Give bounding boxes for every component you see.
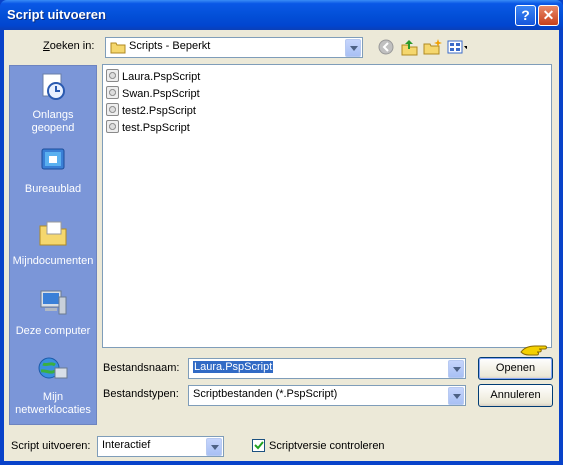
place-label: Mijndocumenten <box>12 255 94 267</box>
chevron-down-icon[interactable] <box>206 438 222 456</box>
place-label: Onlangs geopend <box>31 109 75 134</box>
script-file-icon <box>106 120 119 133</box>
script-version-label[interactable]: Scriptversie controleren <box>269 440 385 452</box>
look-in-dropdown[interactable]: Scripts - Beperkt <box>105 37 363 58</box>
place-my-computer[interactable]: Deze computer <box>10 288 96 338</box>
run-mode-dropdown[interactable]: Interactief <box>97 436 224 457</box>
script-file-icon <box>106 103 119 116</box>
filename-value: Laura.PspScript <box>193 361 274 373</box>
recent-documents-icon <box>42 73 65 100</box>
place-network[interactable]: Mijn netwerklocaties <box>10 354 96 417</box>
help-button[interactable]: ? <box>515 5 536 26</box>
filename-label: Bestandsnaam: <box>103 362 180 374</box>
close-button[interactable]: ✕ <box>538 5 559 26</box>
place-recent[interactable]: Onlangs geopend <box>10 72 96 135</box>
look-in-label: Zoeken in: <box>43 40 95 52</box>
folder-icon <box>110 42 126 54</box>
up-folder-icon[interactable] <box>400 38 420 56</box>
dialog-window: Script uitvoeren ? ✕ Zoeken in: Scripts … <box>0 0 563 465</box>
title-bar[interactable]: Script uitvoeren ? ✕ <box>0 0 563 30</box>
places-bar: Onlangs geopend Bureaublad Mijndocumente… <box>9 65 97 425</box>
dialog-body: Zoeken in: Scripts - Beperkt Onlangs geo… <box>4 30 559 461</box>
file-list[interactable]: Laura.PspScript Swan.PspScript test2.Psp… <box>102 64 552 348</box>
chevron-down-icon[interactable] <box>345 39 361 57</box>
file-name: Swan.PspScript <box>122 88 200 100</box>
filename-field[interactable]: Laura.PspScript <box>188 358 466 379</box>
run-mode-value: Interactief <box>102 439 151 451</box>
place-my-documents[interactable]: Mijndocumenten <box>10 218 96 268</box>
list-item[interactable]: Laura.PspScript <box>106 69 200 85</box>
cancel-button[interactable]: Annuleren <box>478 384 553 407</box>
desktop-icon <box>41 148 65 170</box>
place-desktop[interactable]: Bureaublad <box>10 146 96 196</box>
window-title: Script uitvoeren <box>7 7 106 22</box>
file-name: Laura.PspScript <box>122 71 201 83</box>
view-menu-icon[interactable] <box>447 38 467 56</box>
cancel-button-label: Annuleren <box>490 389 541 401</box>
my-computer-icon <box>40 290 67 315</box>
chevron-down-icon[interactable] <box>448 360 464 378</box>
list-item[interactable]: test.PspScript <box>106 120 190 136</box>
back-icon[interactable] <box>377 38 397 56</box>
pointing-hand-icon <box>520 345 547 356</box>
place-label: Mijn netwerklocaties <box>15 391 91 416</box>
place-label: Bureaublad <box>24 183 82 195</box>
list-item[interactable]: test2.PspScript <box>106 103 196 119</box>
look-in-label-text: oeken in: <box>49 40 95 52</box>
filename-value-wrap: Laura.PspScript <box>193 361 274 373</box>
network-places-icon <box>38 357 68 379</box>
new-folder-icon[interactable] <box>423 38 443 56</box>
my-documents-icon <box>39 221 67 246</box>
file-name: test2.PspScript <box>122 105 196 117</box>
filetype-dropdown[interactable]: Scriptbestanden (*.PspScript) <box>188 385 466 406</box>
checkmark-icon <box>254 441 264 450</box>
script-file-icon <box>106 86 119 99</box>
script-version-checkbox[interactable] <box>252 439 265 452</box>
place-label: Deze computer <box>15 325 91 337</box>
chevron-down-icon[interactable] <box>448 387 464 405</box>
list-item[interactable]: Swan.PspScript <box>106 86 200 102</box>
open-button-label: Openen <box>495 362 536 374</box>
run-mode-label: Script uitvoeren: <box>11 440 91 452</box>
script-file-icon <box>106 69 119 82</box>
filetype-value: Scriptbestanden (*.PspScript) <box>193 388 338 400</box>
open-button[interactable]: Openen <box>478 357 553 380</box>
filetype-label: Bestandstypen: <box>103 388 179 400</box>
file-name: test.PspScript <box>122 122 190 134</box>
look-in-value: Scripts - Beperkt <box>129 40 211 52</box>
